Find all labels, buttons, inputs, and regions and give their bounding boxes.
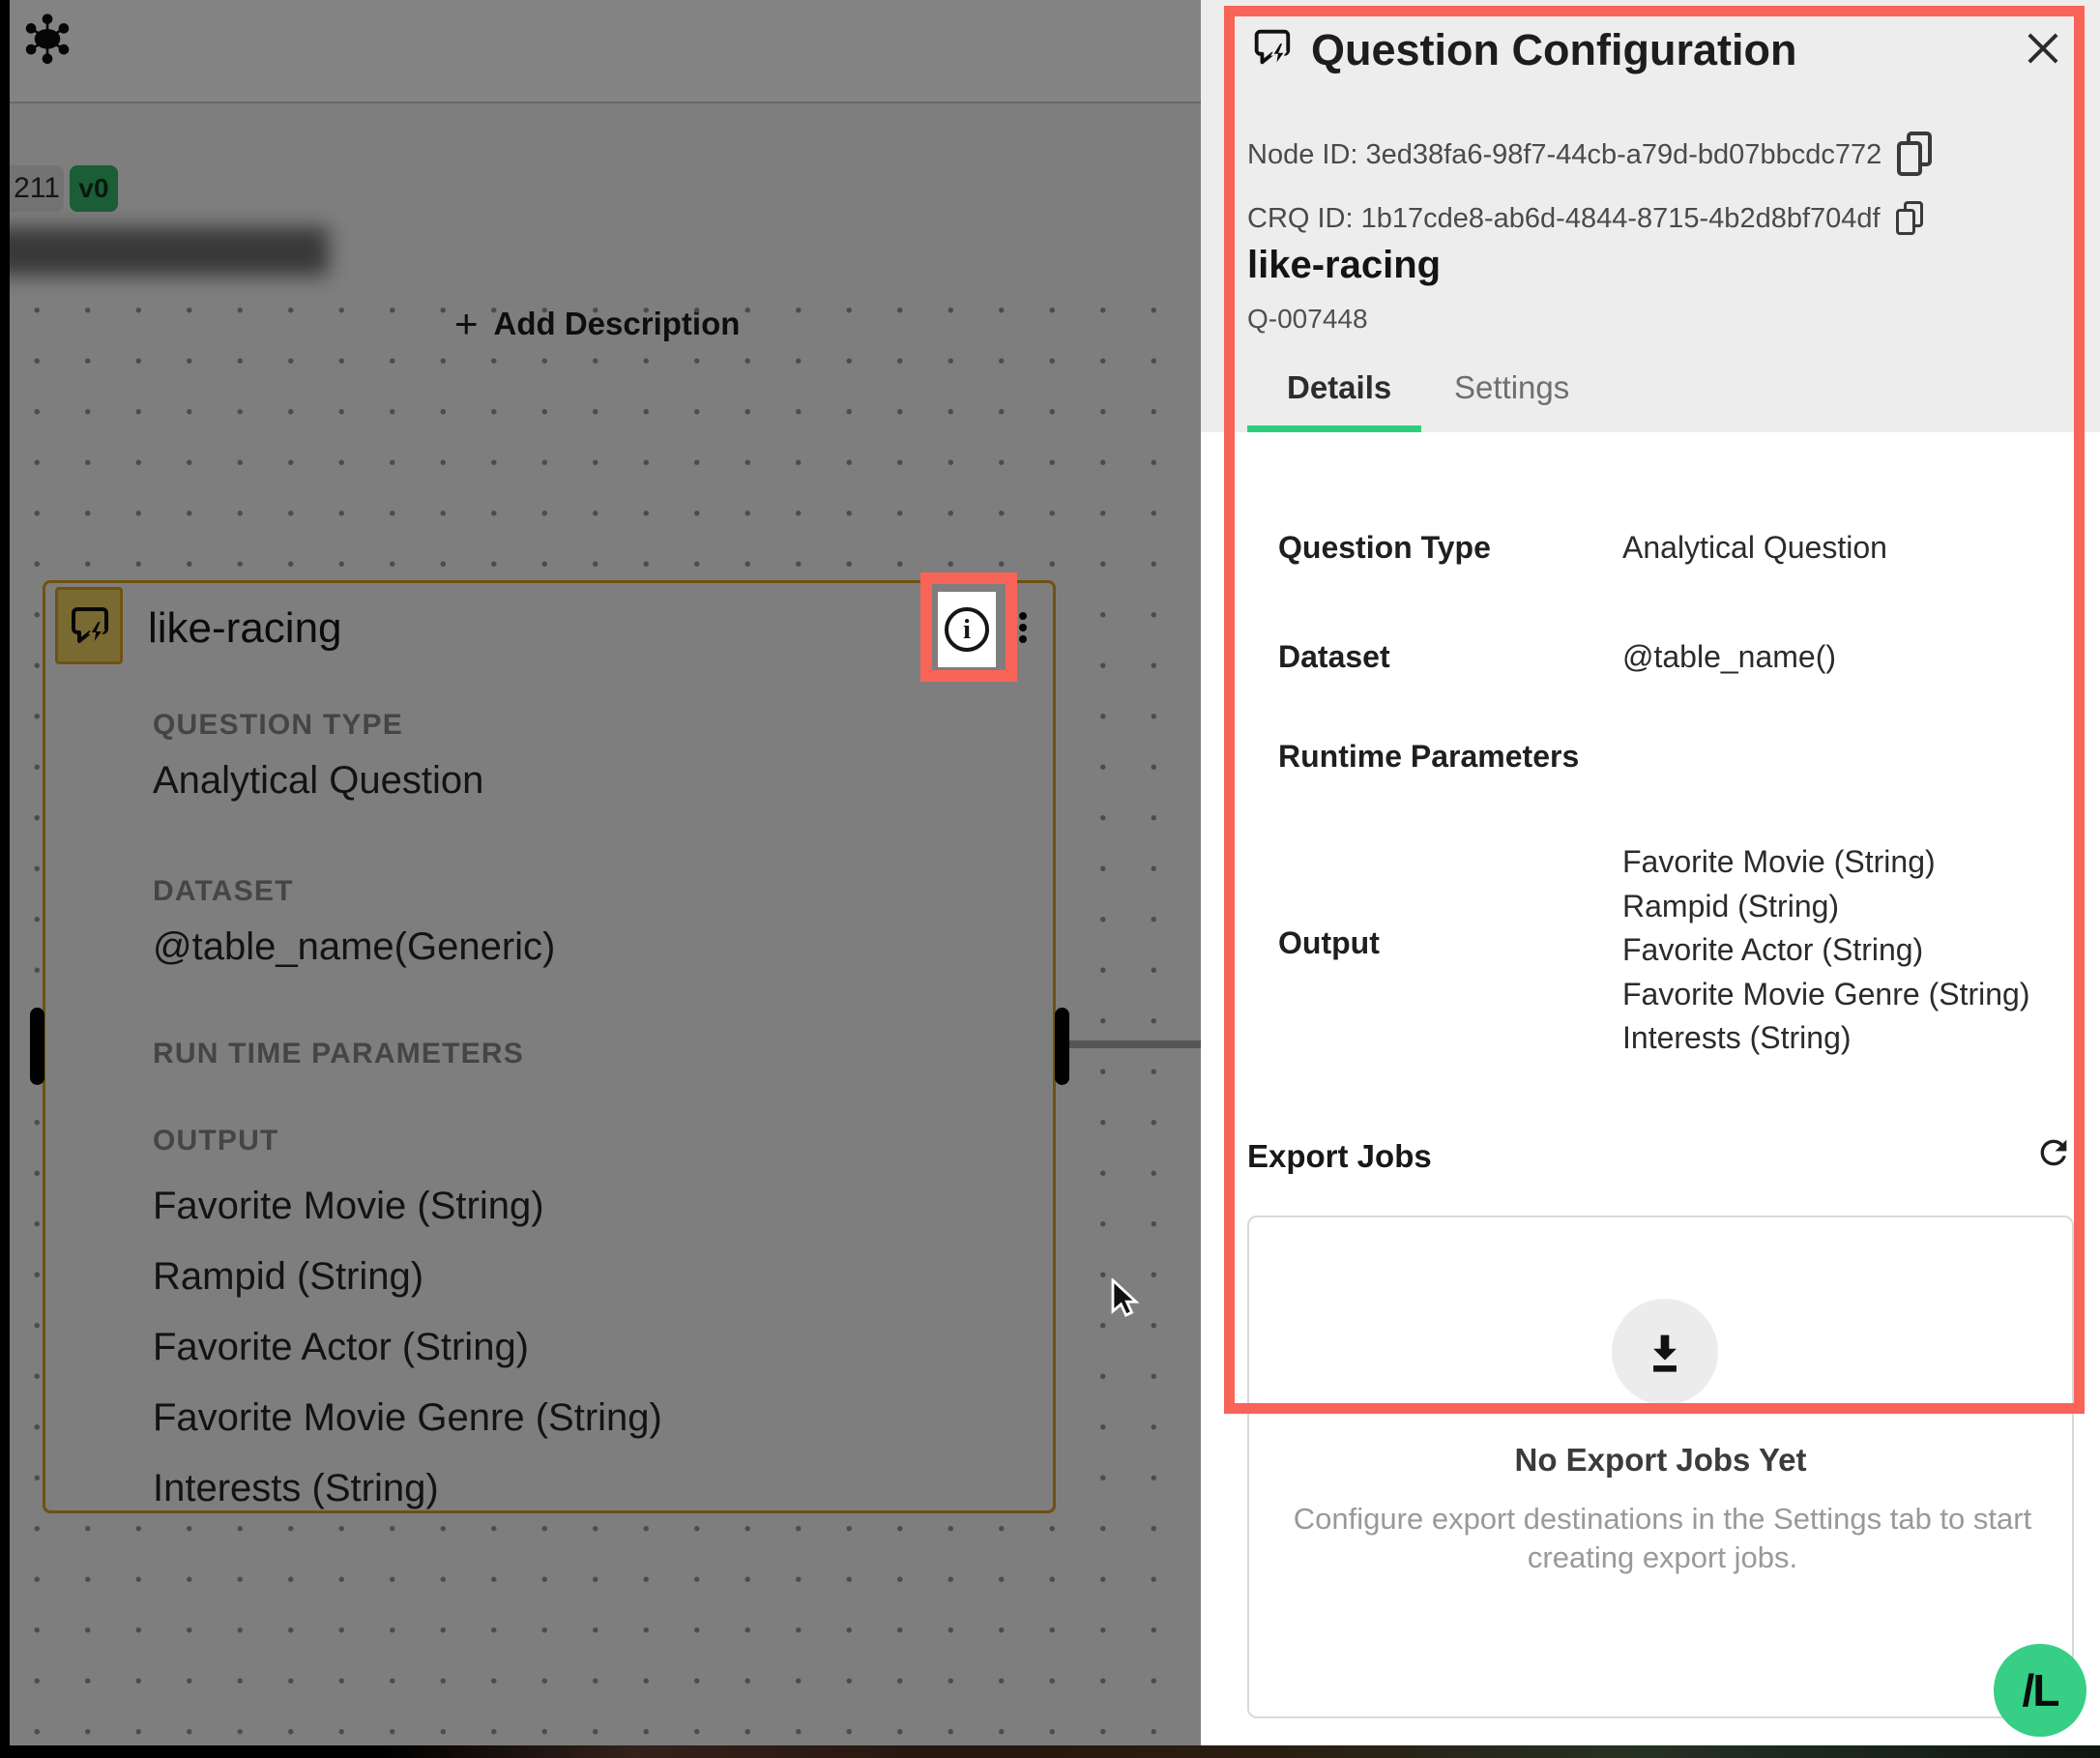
dataset-value: @table_name() <box>1622 639 1836 675</box>
tab-details[interactable]: Details <box>1287 369 1391 406</box>
copy-node-id-button[interactable] <box>1897 132 1936 178</box>
node-id-text: Node ID: 3ed38fa6-98f7-44cb-a79d-bd07bbc… <box>1247 139 1881 171</box>
close-icon[interactable] <box>2022 27 2064 70</box>
download-icon <box>1640 1327 1690 1377</box>
output-item: Rampid (String) <box>1622 885 2029 929</box>
app-window: 211 v0 + Add Description like-racing QUE… <box>0 0 2100 1758</box>
refresh-icon[interactable] <box>2034 1133 2073 1172</box>
info-icon: i <box>945 607 989 652</box>
download-circle <box>1612 1299 1718 1405</box>
active-tab-indicator <box>1247 425 1421 432</box>
question-chat-lightning-icon <box>1247 25 1296 70</box>
output-label: Output <box>1278 925 1380 961</box>
output-item: Favorite Movie Genre (String) <box>1622 973 2029 1017</box>
brand-fab-button[interactable]: /L <box>1994 1644 2086 1737</box>
output-value-list: Favorite Movie (String) Rampid (String) … <box>1622 840 2029 1061</box>
output-item: Favorite Actor (String) <box>1622 928 2029 973</box>
question-type-label: Question Type <box>1278 530 1491 566</box>
crq-id-text: CRQ ID: 1b17cde8-ab6d-4844-8715-4b2d8bf7… <box>1247 203 1881 235</box>
output-item: Favorite Movie (String) <box>1622 840 2029 885</box>
dataset-label: Dataset <box>1278 639 1390 675</box>
question-configuration-panel: Question Configuration Node ID: 3ed38fa6… <box>1201 0 2100 1758</box>
brand-fab-label: /L <box>2023 1664 2058 1716</box>
panel-title: Question Configuration <box>1311 25 1796 75</box>
question-type-value: Analytical Question <box>1622 530 1887 566</box>
workflow-canvas[interactable]: 211 v0 + Add Description like-racing QUE… <box>10 0 1201 1758</box>
question-name: like-racing <box>1247 244 1441 287</box>
node-id-row: Node ID: 3ed38fa6-98f7-44cb-a79d-bd07bbc… <box>1247 132 1936 178</box>
no-export-jobs-title: No Export Jobs Yet <box>1249 1442 2072 1479</box>
window-left-edge <box>0 0 10 1758</box>
no-export-jobs-message: Configure export destinations in the Set… <box>1286 1500 2039 1577</box>
tab-settings[interactable]: Settings <box>1454 369 1569 406</box>
desktop-edge-strip <box>0 1745 2100 1758</box>
node-info-button[interactable]: i <box>938 592 996 667</box>
output-item: Interests (String) <box>1622 1016 2029 1061</box>
export-jobs-empty-state: No Export Jobs Yet Configure export dest… <box>1247 1216 2074 1718</box>
question-code: Q-007448 <box>1247 304 1368 335</box>
modal-dim-overlay <box>10 0 1201 1758</box>
export-jobs-heading: Export Jobs <box>1247 1138 1432 1175</box>
crq-id-row: CRQ ID: 1b17cde8-ab6d-4844-8715-4b2d8bf7… <box>1247 201 1925 236</box>
runtime-params-label: Runtime Parameters <box>1278 739 1579 775</box>
panel-header: Question Configuration Node ID: 3ed38fa6… <box>1201 0 2100 432</box>
copy-crq-id-button[interactable] <box>1896 201 1925 236</box>
